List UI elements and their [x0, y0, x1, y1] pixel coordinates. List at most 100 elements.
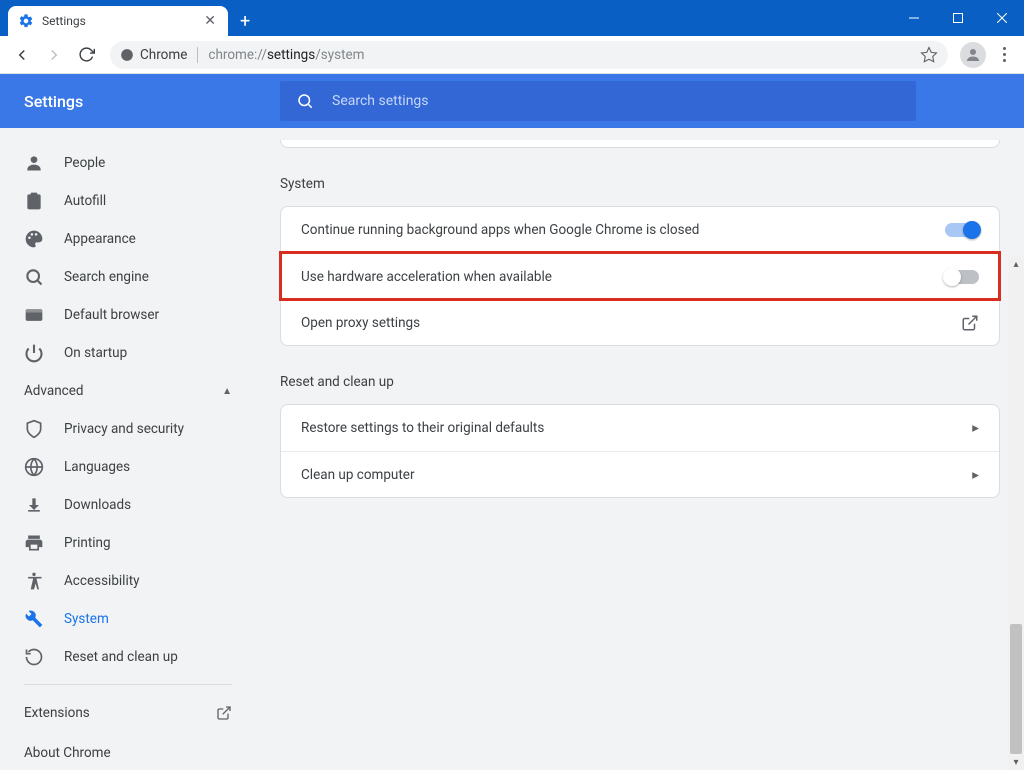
page-title: Settings — [24, 92, 280, 111]
window-titlebar: Settings ✕ + — [0, 0, 1024, 36]
sidebar-item-people[interactable]: People — [0, 144, 256, 182]
row-label: Continue running background apps when Go… — [301, 222, 699, 238]
sidebar-item-label: Accessibility — [64, 573, 140, 589]
toggle-switch[interactable] — [945, 223, 979, 237]
sidebar-item-label: System — [64, 611, 109, 627]
sidebar-item-privacy-and-security[interactable]: Privacy and security — [0, 410, 256, 448]
sidebar-item-appearance[interactable]: Appearance — [0, 220, 256, 258]
sidebar-item-reset-and-clean-up[interactable]: Reset and clean up — [0, 638, 256, 676]
scroll-track[interactable] — [1008, 272, 1024, 754]
sidebar-item-label: Autofill — [64, 193, 106, 209]
search-placeholder: Search settings — [332, 93, 429, 109]
advanced-toggle[interactable]: Advanced▲ — [0, 372, 256, 410]
sidebar-item-system[interactable]: System — [0, 600, 256, 638]
divider — [24, 684, 232, 685]
browser-icon — [24, 305, 44, 325]
sidebar-item-downloads[interactable]: Downloads — [0, 486, 256, 524]
power-icon — [24, 343, 44, 363]
site-info-icon — [120, 48, 134, 62]
sidebar-item-languages[interactable]: Languages — [0, 448, 256, 486]
main-area: People Autofill Appearance Search engine Def… — [0, 128, 1024, 770]
settings-header: Settings Search settings — [0, 74, 1024, 128]
accessibility-icon — [24, 571, 44, 591]
window-controls — [892, 0, 1024, 36]
url-path: /system — [315, 47, 364, 63]
section-title-reset: Reset and clean up — [280, 374, 1000, 390]
reload-button[interactable] — [72, 41, 100, 69]
palette-icon — [24, 229, 44, 249]
minimize-button[interactable] — [892, 0, 936, 36]
previous-card-edge — [280, 140, 1000, 148]
sidebar-item-on-startup[interactable]: On startup — [0, 334, 256, 372]
settings-sidebar: People Autofill Appearance Search engine Def… — [0, 128, 256, 770]
extensions-link[interactable]: Extensions — [0, 693, 256, 733]
sidebar-item-accessibility[interactable]: Accessibility — [0, 562, 256, 600]
sidebar-item-autofill[interactable]: Autofill — [0, 182, 256, 220]
settings-row[interactable]: Open proxy settings — [281, 299, 999, 345]
about-label: About Chrome — [24, 745, 111, 761]
person-icon — [24, 153, 44, 173]
separator — [197, 47, 198, 63]
forward-button[interactable] — [40, 41, 68, 69]
browser-tab[interactable]: Settings ✕ — [8, 6, 228, 36]
download-icon — [24, 495, 44, 515]
sidebar-item-label: Downloads — [64, 497, 131, 513]
row-label: Open proxy settings — [301, 315, 420, 331]
maximize-button[interactable] — [936, 0, 980, 36]
profile-avatar[interactable] — [960, 42, 986, 68]
back-button[interactable] — [8, 41, 36, 69]
printer-icon — [24, 533, 44, 553]
sidebar-item-default-browser[interactable]: Default browser — [0, 296, 256, 334]
gear-icon — [18, 13, 34, 29]
bookmark-star-icon[interactable] — [920, 46, 938, 64]
url-scheme: chrome:// — [208, 47, 267, 63]
restore-icon — [24, 647, 44, 667]
toggle-switch[interactable] — [945, 270, 979, 284]
reset-card: Restore settings to their original defau… — [280, 404, 1000, 498]
sidebar-item-label: Reset and clean up — [64, 649, 178, 665]
scroll-up-arrow[interactable]: ▴ — [1008, 256, 1024, 272]
about-chrome-link[interactable]: About Chrome — [0, 733, 256, 770]
sidebar-item-label: Languages — [64, 459, 130, 475]
row-label: Restore settings to their original defau… — [301, 420, 544, 436]
tab-title: Settings — [42, 14, 200, 28]
close-tab-icon[interactable]: ✕ — [200, 13, 220, 29]
wrench-icon — [24, 609, 44, 629]
search-settings-input[interactable]: Search settings — [280, 81, 916, 121]
section-title-system: System — [280, 176, 1000, 192]
search-icon — [296, 92, 314, 110]
sidebar-item-label: Printing — [64, 535, 111, 551]
browser-toolbar: Chrome chrome:// settings /system — [0, 36, 1024, 74]
sidebar-item-label: Privacy and security — [64, 421, 184, 437]
close-window-button[interactable] — [980, 0, 1024, 36]
extensions-label: Extensions — [24, 705, 90, 721]
open-external-icon — [216, 705, 232, 721]
sidebar-item-label: Default browser — [64, 307, 159, 323]
shield-icon — [24, 419, 44, 439]
new-tab-button[interactable]: + — [240, 11, 250, 32]
chrome-menu-button[interactable] — [990, 41, 1018, 68]
advanced-label: Advanced — [24, 383, 84, 399]
sidebar-item-search-engine[interactable]: Search engine — [0, 258, 256, 296]
scroll-down-arrow[interactable]: ▾ — [1008, 754, 1024, 770]
row-label: Use hardware acceleration when available — [301, 269, 552, 285]
sidebar-item-label: On startup — [64, 345, 127, 361]
vertical-scrollbar[interactable]: ▴ ▾ — [1008, 256, 1024, 770]
chevron-right-icon: ▸ — [972, 420, 979, 436]
search-icon — [24, 267, 44, 287]
open-external-icon — [961, 314, 979, 332]
scroll-thumb[interactable] — [1010, 624, 1022, 754]
settings-row[interactable]: Restore settings to their original defau… — [281, 405, 999, 451]
address-bar[interactable]: Chrome chrome:// settings /system — [110, 41, 948, 69]
clipboard-icon — [24, 191, 44, 211]
sidebar-item-printing[interactable]: Printing — [0, 524, 256, 562]
settings-row[interactable]: Clean up computer ▸ — [281, 451, 999, 497]
settings-row[interactable]: Continue running background apps when Go… — [281, 207, 999, 253]
sidebar-item-label: Appearance — [64, 231, 136, 247]
settings-content: System Continue running background apps … — [256, 128, 1024, 770]
chevron-right-icon: ▸ — [972, 467, 979, 483]
settings-row[interactable]: Use hardware acceleration when available — [281, 253, 999, 299]
sidebar-item-label: People — [64, 155, 105, 171]
row-label: Clean up computer — [301, 467, 415, 483]
system-card: Continue running background apps when Go… — [280, 206, 1000, 346]
